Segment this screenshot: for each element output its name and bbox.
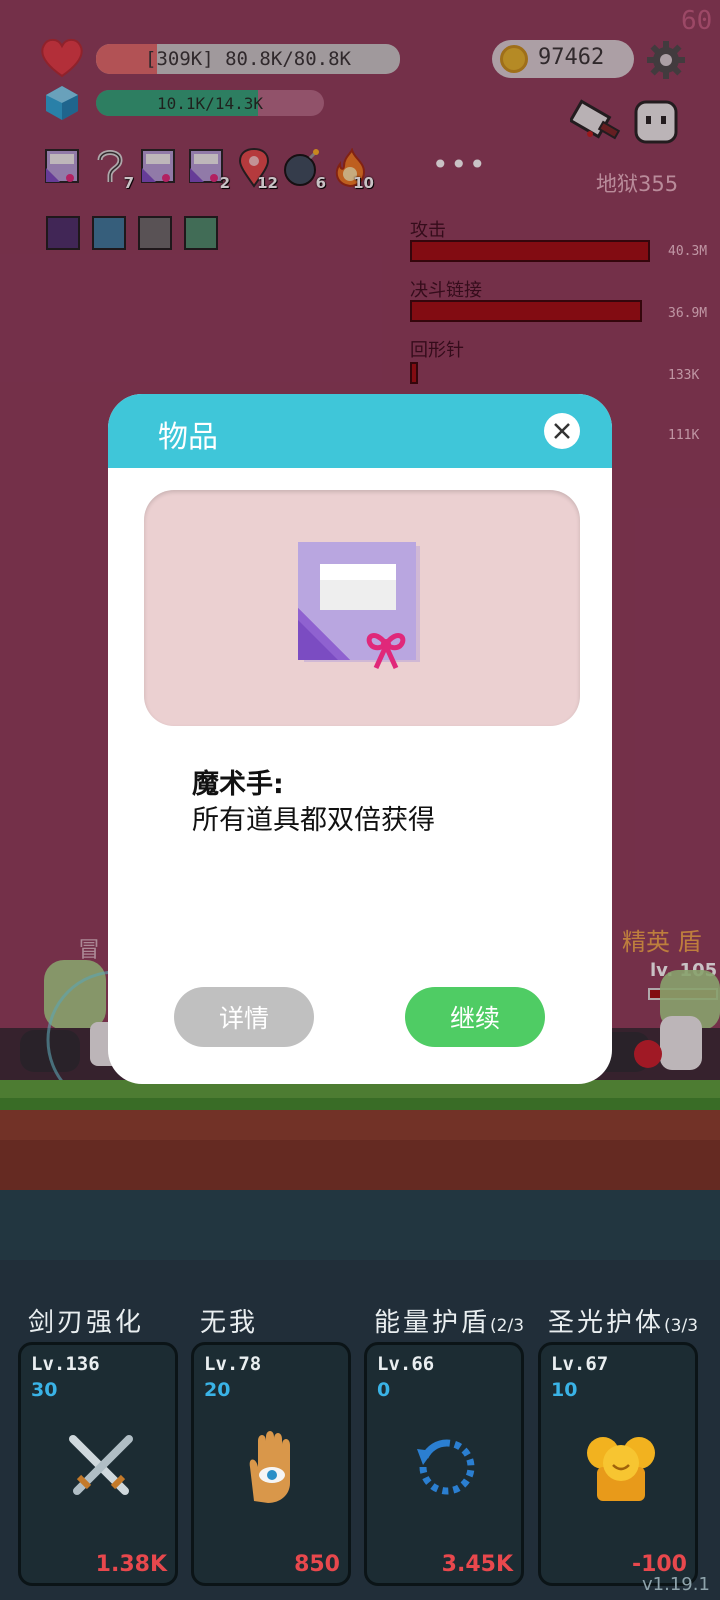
skill-name: 无我: [200, 1308, 259, 1338]
continue-button[interactable]: 继续: [405, 987, 545, 1047]
skill-level: Lv.136: [31, 1353, 100, 1375]
skill-value: 3.45K: [441, 1552, 513, 1577]
skill-card-energy-shield[interactable]: Lv.66 0 3.45K: [364, 1342, 524, 1586]
skill-name: 剑刃强化: [28, 1308, 145, 1338]
skill-card-selfless[interactable]: Lv.78 20 850: [191, 1342, 351, 1586]
close-button[interactable]: [544, 413, 580, 449]
skill-level: Lv.66: [377, 1353, 435, 1375]
refresh-icon: [417, 1439, 475, 1495]
skill-cost: 20: [204, 1379, 231, 1401]
details-button[interactable]: 详情: [174, 987, 314, 1047]
magic-hand-icon: [298, 542, 420, 670]
skill-value: 850: [294, 1552, 340, 1577]
crossed-swords-icon: [69, 1435, 133, 1495]
modal-header: 物品: [108, 394, 612, 468]
skill-name: 能量护盾(2/3: [374, 1308, 525, 1338]
skill-level: Lv.67: [551, 1353, 609, 1375]
skill-name: 圣光护体(3/3: [548, 1308, 699, 1338]
item-name: 魔术手:: [192, 769, 284, 800]
close-icon: [554, 423, 570, 439]
skill-level: Lv.78: [204, 1353, 262, 1375]
skill-card-holy-light[interactable]: Lv.67 10 -100: [538, 1342, 698, 1586]
version-label: v1.19.1: [642, 1574, 710, 1595]
skill-cost: 10: [551, 1379, 578, 1401]
item-description: 所有道具都双倍获得: [192, 805, 435, 836]
modal-title: 物品: [158, 420, 218, 455]
skill-cost: 0: [377, 1379, 391, 1401]
eye-hand-icon: [249, 1431, 290, 1503]
golden-statue-icon: [587, 1437, 655, 1501]
item-preview: [144, 490, 580, 726]
skill-cost: 30: [31, 1379, 58, 1401]
item-modal: 物品 魔术手: 所有道具都双倍获得 详情 继续: [108, 394, 612, 1084]
skill-card-blade[interactable]: Lv.136 30 1.38K: [18, 1342, 178, 1586]
skill-value: 1.38K: [95, 1552, 167, 1577]
